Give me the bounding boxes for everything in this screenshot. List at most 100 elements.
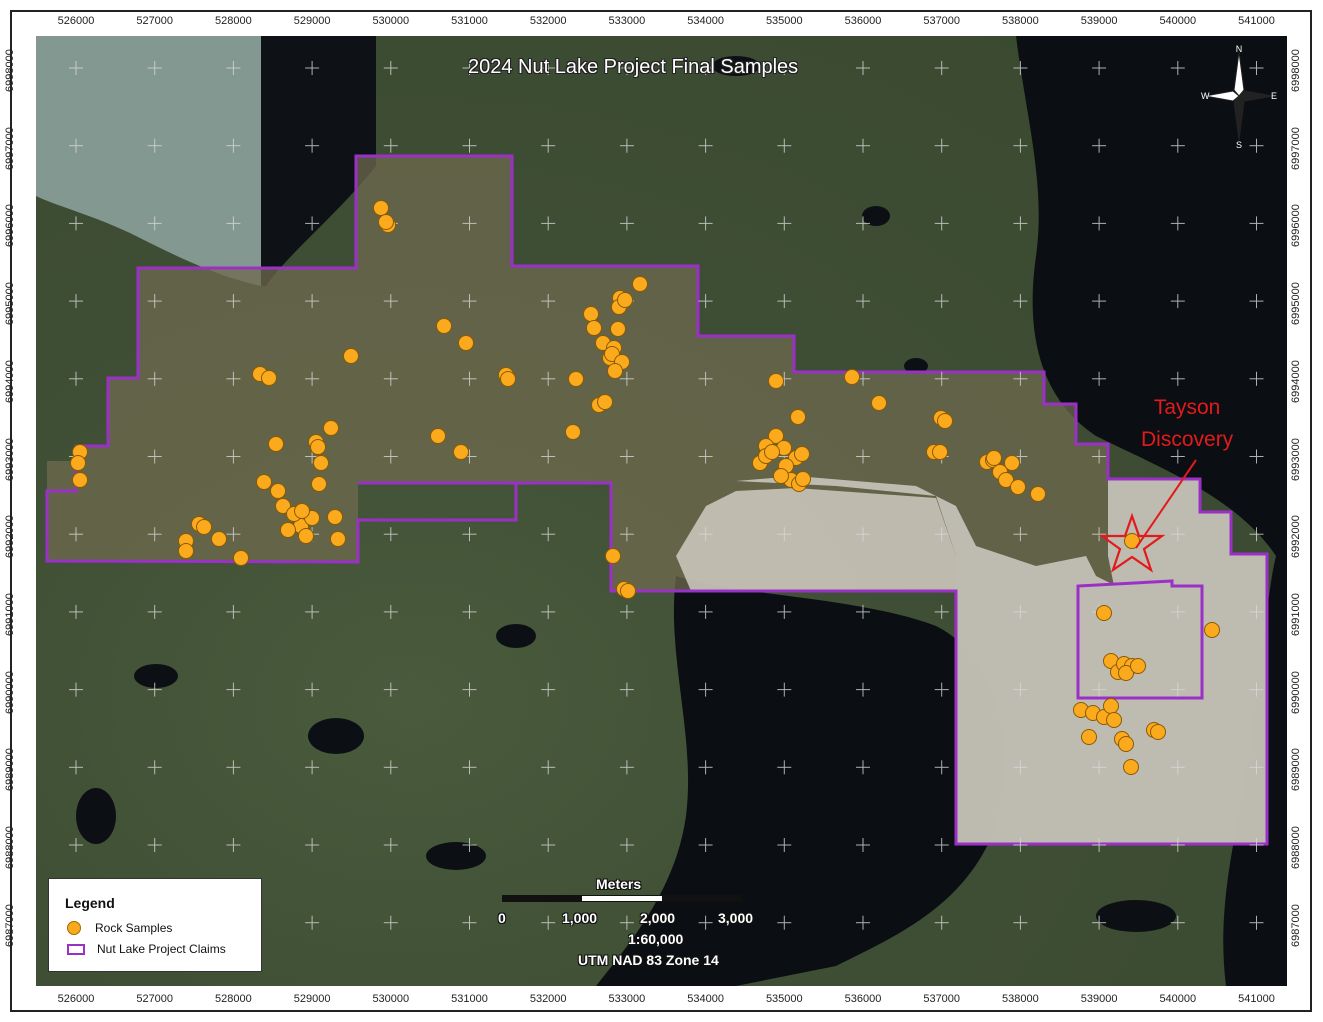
easting-tick-label: 534000 — [687, 15, 724, 27]
rock-sample-point[interactable] — [610, 321, 626, 337]
rock-sample-point[interactable] — [597, 394, 613, 410]
rock-sample-point[interactable] — [294, 503, 310, 519]
easting-tick-label: 539000 — [1080, 15, 1118, 27]
rock-sample-point[interactable] — [458, 335, 474, 351]
northing-tick-label: 6994000 — [4, 359, 16, 403]
scale-tick-0: 0 — [498, 910, 506, 926]
map-view[interactable] — [36, 36, 1287, 986]
northing-tick-label: 6994000 — [1290, 359, 1302, 403]
northing-tick-label: 6989000 — [1290, 748, 1302, 792]
northing-tick-label: 6989000 — [4, 748, 16, 792]
rock-sample-point[interactable] — [373, 200, 389, 216]
rock-sample-point[interactable] — [1030, 486, 1046, 502]
easting-tick-label: 538000 — [1002, 993, 1039, 1005]
rock-sample-point[interactable] — [583, 306, 599, 322]
rock-sample-point[interactable] — [1130, 658, 1146, 674]
northing-tick-label: 6991000 — [1290, 593, 1302, 636]
rock-sample-point[interactable] — [620, 583, 636, 599]
rock-sample-point[interactable] — [196, 519, 212, 535]
easting-tick-label: 541000 — [1238, 15, 1275, 27]
east-letter: E — [1271, 91, 1277, 101]
rock-sample-symbol-icon — [67, 921, 81, 935]
rock-sample-point[interactable] — [313, 455, 329, 471]
northing-tick-label: 6988000 — [1290, 826, 1302, 869]
rock-sample-point[interactable] — [605, 548, 621, 564]
easting-tick-label: 536000 — [844, 15, 882, 27]
rock-sample-point[interactable] — [280, 522, 296, 538]
easting-tick-label: 530000 — [372, 15, 410, 27]
rock-sample-point[interactable] — [986, 450, 1002, 466]
easting-tick-label: 528000 — [215, 15, 252, 27]
rock-sample-point[interactable] — [1123, 759, 1139, 775]
rock-sample-point[interactable] — [311, 476, 327, 492]
rock-sample-point[interactable] — [617, 292, 633, 308]
rock-sample-point[interactable] — [790, 409, 806, 425]
rock-sample-point[interactable] — [794, 446, 810, 462]
rock-sample-point[interactable] — [233, 550, 249, 566]
rock-sample-point[interactable] — [937, 413, 953, 429]
rock-sample-point[interactable] — [500, 371, 516, 387]
projection-label: UTM NAD 83 Zone 14 — [578, 952, 719, 968]
easting-tick-label: 528000 — [215, 993, 252, 1005]
rock-sample-point[interactable] — [764, 444, 780, 460]
easting-tick-label: 529000 — [293, 15, 331, 27]
rock-sample-point[interactable] — [1096, 605, 1112, 621]
rock-sample-point[interactable] — [70, 455, 86, 471]
lake-small-3 — [426, 842, 486, 870]
rock-sample-point[interactable] — [310, 439, 326, 455]
rock-sample-point[interactable] — [378, 214, 394, 230]
easting-tick-label: 526000 — [57, 15, 95, 27]
rock-sample-point[interactable] — [268, 436, 284, 452]
easting-tick-label: 529000 — [293, 993, 331, 1005]
legend-item-claims: Nut Lake Project Claims — [67, 942, 226, 956]
rock-sample-point[interactable] — [343, 348, 359, 364]
map-canvas — [36, 36, 1287, 986]
easting-tick-label: 527000 — [136, 15, 174, 27]
rock-sample-point[interactable] — [632, 276, 648, 292]
lake-small-1 — [308, 718, 364, 754]
rock-sample-point[interactable] — [932, 444, 948, 460]
lake-small-4 — [76, 788, 116, 844]
northing-tick-label: 6997000 — [4, 126, 16, 170]
rock-sample-point[interactable] — [430, 428, 446, 444]
rock-sample-point[interactable] — [565, 424, 581, 440]
rock-sample-point[interactable] — [607, 363, 623, 379]
rock-sample-point[interactable] — [270, 483, 286, 499]
rock-sample-point[interactable] — [1106, 712, 1122, 728]
snow-strip — [676, 488, 956, 591]
rock-sample-point[interactable] — [453, 444, 469, 460]
rock-sample-point[interactable] — [1010, 479, 1026, 495]
rock-sample-point[interactable] — [871, 395, 887, 411]
rock-sample-point[interactable] — [211, 531, 227, 547]
north-letter: N — [1236, 44, 1243, 54]
rock-sample-point[interactable] — [1204, 622, 1220, 638]
rock-sample-point[interactable] — [256, 474, 272, 490]
rock-sample-point[interactable] — [436, 318, 452, 334]
rock-sample-point[interactable] — [773, 468, 789, 484]
lake-small-9 — [1096, 900, 1176, 932]
rock-sample-point[interactable] — [330, 531, 346, 547]
rock-sample-point[interactable] — [586, 320, 602, 336]
northing-tick-label: 6990000 — [4, 670, 16, 714]
rock-sample-point[interactable] — [568, 371, 584, 387]
rock-sample-point[interactable] — [178, 543, 194, 559]
legend-item-label: Nut Lake Project Claims — [97, 942, 226, 956]
easting-tick-label: 535000 — [765, 993, 803, 1005]
rock-sample-point[interactable] — [1118, 736, 1134, 752]
rock-sample-point[interactable] — [795, 471, 811, 487]
rock-sample-point[interactable] — [298, 528, 314, 544]
discovery-label: Tayson Discovery — [1141, 392, 1233, 456]
rock-sample-point[interactable] — [327, 509, 343, 525]
rock-sample-point[interactable] — [1150, 724, 1166, 740]
scale-tick-1000: 1,000 — [562, 910, 598, 926]
rock-sample-point[interactable] — [768, 373, 784, 389]
rock-sample-point[interactable] — [72, 472, 88, 488]
rock-sample-point[interactable] — [1004, 455, 1020, 471]
rock-sample-point[interactable] — [261, 370, 277, 386]
northing-tick-label: 6987000 — [4, 903, 16, 947]
south-letter: S — [1236, 140, 1242, 148]
rock-sample-point[interactable] — [1103, 698, 1119, 714]
rock-sample-point[interactable] — [844, 369, 860, 385]
rock-sample-point[interactable] — [323, 420, 339, 436]
rock-sample-point[interactable] — [1081, 729, 1097, 745]
